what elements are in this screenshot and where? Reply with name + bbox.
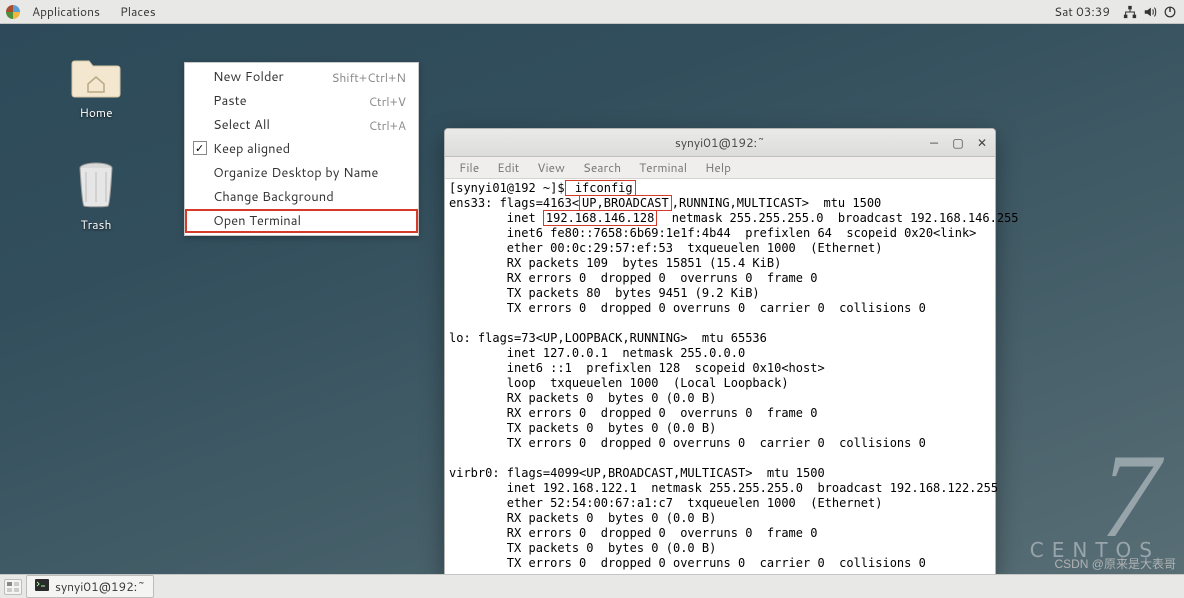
terminal-lines: inet6 fe80::7658:6b69:1e1f:4b44 prefixle…	[449, 226, 998, 570]
terminal-icon	[35, 578, 49, 595]
menu-view[interactable]: View	[529, 157, 573, 178]
volume-icon[interactable]	[1142, 4, 1158, 20]
home-label: Home	[56, 104, 136, 121]
taskbar-terminal[interactable]: synyi01@192:~	[26, 575, 154, 598]
ctx-organize-desktop[interactable]: Organize Desktop by Name	[185, 161, 418, 185]
ctx-change-background[interactable]: Change Background	[185, 185, 418, 209]
command-highlight: ifconfig	[565, 180, 636, 196]
close-button[interactable]: ✕	[975, 136, 989, 150]
ctx-accel: Ctrl+V	[369, 93, 406, 110]
ctx-label: Organize Desktop by Name	[213, 164, 378, 182]
ctx-label: Select All	[213, 116, 270, 134]
power-icon[interactable]	[1162, 4, 1178, 20]
csdn-watermark: CSDN @原来是大表哥	[1054, 555, 1176, 572]
flags-highlight: UP,BROADCAST	[579, 195, 672, 211]
top-panel: Applications Places Sat 03:39	[0, 0, 1184, 24]
folder-icon	[70, 56, 122, 100]
menubar: File Edit View Search Terminal Help	[445, 157, 995, 179]
trash-label: Trash	[56, 216, 136, 233]
bottom-panel: synyi01@192:~	[0, 574, 1184, 598]
ctx-accel: Ctrl+A	[369, 117, 406, 134]
network-icon[interactable]	[1122, 4, 1138, 20]
centos-version-digit: 7	[1030, 454, 1160, 538]
menu-help[interactable]: Help	[697, 157, 739, 178]
workspace-switcher[interactable]	[4, 579, 22, 595]
ctx-label: Keep aligned	[213, 140, 290, 158]
trash-icon	[74, 160, 118, 212]
minimize-button[interactable]: —	[927, 136, 941, 150]
menu-terminal[interactable]: Terminal	[631, 157, 695, 178]
centos-watermark: 7 CENTOS	[1030, 454, 1160, 562]
clock[interactable]: Sat 03:39	[1046, 0, 1118, 23]
ctx-label: Open Terminal	[213, 212, 301, 230]
home-desktop-icon[interactable]: Home	[56, 56, 136, 121]
ctx-new-folder[interactable]: New Folder Shift+Ctrl+N	[185, 65, 418, 89]
terminal-output[interactable]: [synyi01@192 ~]$ ifconfig ens33: flags=4…	[445, 179, 995, 575]
places-menu[interactable]: Places	[112, 0, 164, 23]
terminal-window: synyi01@192:~ — ▢ ✕ File Edit View Searc…	[444, 128, 996, 576]
ctx-keep-aligned[interactable]: Keep aligned	[185, 137, 418, 161]
ctx-open-terminal[interactable]: Open Terminal	[185, 209, 418, 233]
ctx-accel: Shift+Ctrl+N	[331, 69, 406, 86]
menu-file[interactable]: File	[451, 157, 487, 178]
ctx-paste[interactable]: Paste Ctrl+V	[185, 89, 418, 113]
applications-menu[interactable]: Applications	[24, 0, 108, 23]
ip-highlight: 192.168.146.128	[543, 210, 657, 226]
menu-search[interactable]: Search	[575, 157, 629, 178]
ctx-select-all[interactable]: Select All Ctrl+A	[185, 113, 418, 137]
desktop-context-menu: New Folder Shift+Ctrl+N Paste Ctrl+V Sel…	[184, 62, 419, 236]
trash-desktop-icon[interactable]: Trash	[56, 160, 136, 233]
prompt: [synyi01@192 ~]$	[449, 181, 565, 195]
taskbar-label: synyi01@192:~	[55, 578, 145, 595]
maximize-button[interactable]: ▢	[951, 136, 965, 150]
titlebar[interactable]: synyi01@192:~ — ▢ ✕	[445, 129, 995, 157]
menu-edit[interactable]: Edit	[489, 157, 527, 178]
distro-logo-icon	[6, 5, 20, 19]
ctx-label: Paste	[213, 92, 247, 110]
checkbox-icon	[193, 141, 207, 155]
ctx-label: New Folder	[213, 68, 284, 86]
ctx-label: Change Background	[213, 188, 334, 206]
window-title: synyi01@192:~	[675, 134, 765, 151]
